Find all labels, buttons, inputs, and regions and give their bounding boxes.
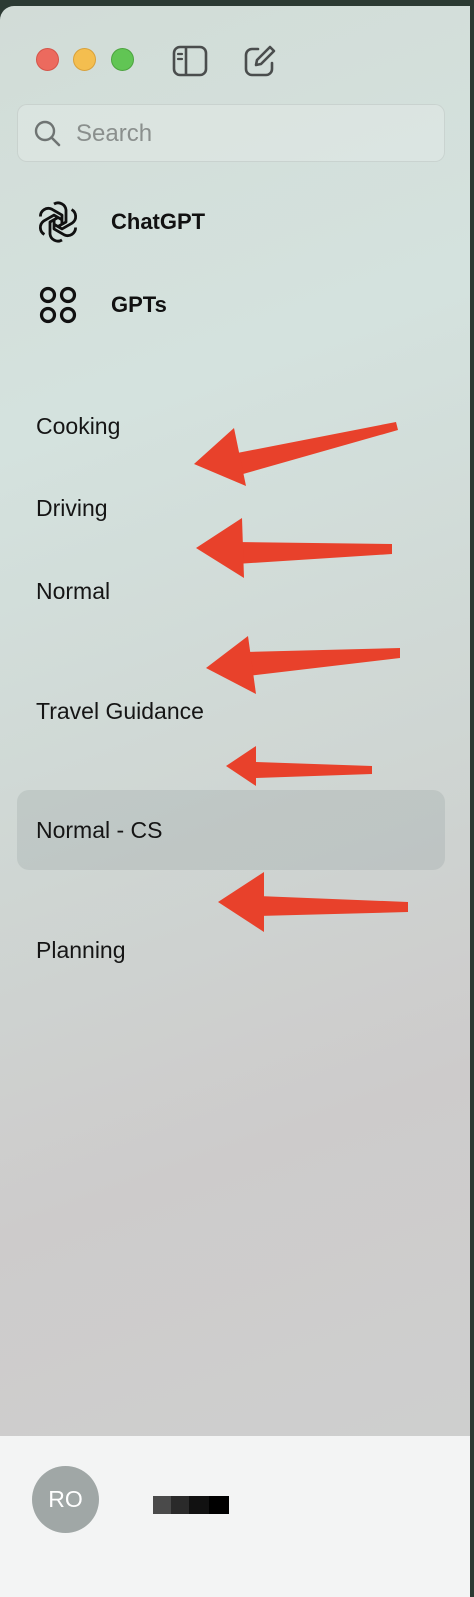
annotation-arrow-4: [226, 746, 372, 786]
annotation-arrows: [194, 422, 408, 932]
annotation-arrow-2: [196, 518, 392, 578]
annotation-arrow-5: [218, 872, 408, 932]
account-footer[interactable]: RO: [0, 1436, 470, 1597]
annotation-arrow-3: [206, 636, 400, 694]
avatar[interactable]: RO: [32, 1466, 99, 1533]
annotation-arrow-1: [194, 422, 398, 486]
username-redacted: [153, 1496, 229, 1514]
app-window: ChatGPT GPTs Cooking Driving Normal Trav…: [0, 6, 470, 1597]
